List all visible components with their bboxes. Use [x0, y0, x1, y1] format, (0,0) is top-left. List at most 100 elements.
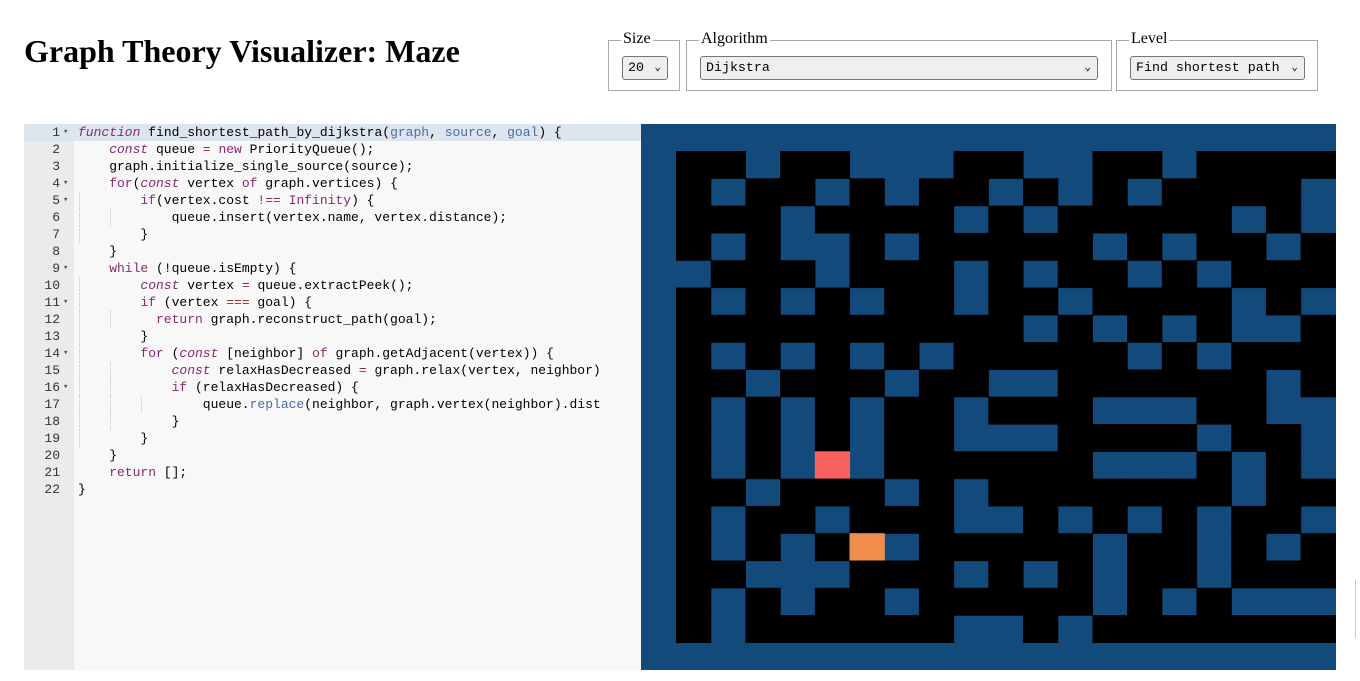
- maze-wall-cell[interactable]: [1265, 342, 1302, 370]
- maze-wall-cell[interactable]: [988, 287, 1024, 316]
- maze-wall-cell[interactable]: [1092, 260, 1128, 289]
- maze-wall-cell[interactable]: [745, 342, 781, 370]
- maze-wall-cell[interactable]: [1057, 533, 1093, 562]
- maze-wall-cell[interactable]: [953, 369, 989, 398]
- fold-arrow-icon[interactable]: ▾: [63, 192, 68, 209]
- maze-wall-cell[interactable]: [1196, 151, 1232, 179]
- maze-wall-cell[interactable]: [988, 478, 1024, 507]
- maze-wall-cell[interactable]: [1231, 151, 1267, 179]
- maze-wall-cell[interactable]: [1161, 533, 1198, 562]
- maze-wall-cell[interactable]: [1231, 260, 1267, 289]
- maze-wall-cell[interactable]: [918, 232, 955, 261]
- code-line[interactable]: 20}: [24, 447, 641, 464]
- maze-wall-cell[interactable]: [988, 260, 1024, 289]
- maze-wall-cell[interactable]: [918, 314, 955, 343]
- maze-wall-cell[interactable]: [884, 396, 920, 425]
- maze-wall-cell[interactable]: [1057, 369, 1093, 398]
- maze-wall-cell[interactable]: [918, 478, 955, 507]
- maze-wall-cell[interactable]: [1265, 505, 1302, 534]
- maze-wall-cell[interactable]: [884, 287, 920, 316]
- maze-wall-cell[interactable]: [1231, 424, 1267, 452]
- maze-wall-cell[interactable]: [780, 260, 816, 289]
- maze-wall-cell[interactable]: [1023, 451, 1059, 480]
- maze-wall-cell[interactable]: [1023, 615, 1059, 643]
- maze-wall-cell[interactable]: [988, 560, 1024, 589]
- maze-wall-cell[interactable]: [1092, 424, 1128, 452]
- maze-wall-cell[interactable]: [780, 615, 816, 643]
- maze-wall-cell[interactable]: [849, 587, 885, 616]
- maze-wall-cell[interactable]: [780, 369, 816, 398]
- maze-wall-cell[interactable]: [988, 314, 1024, 343]
- maze-wall-cell[interactable]: [745, 260, 781, 289]
- maze-wall-cell[interactable]: [1196, 478, 1232, 507]
- maze-wall-cell[interactable]: [1092, 151, 1128, 179]
- maze-wall-cell[interactable]: [1057, 314, 1093, 343]
- maze-wall-cell[interactable]: [814, 369, 851, 398]
- code-line[interactable]: 10 const vertex = queue.extractPeek();: [24, 277, 641, 294]
- maze-wall-cell[interactable]: [1196, 287, 1232, 316]
- maze-wall-cell[interactable]: [1300, 615, 1336, 643]
- maze-wall-cell[interactable]: [849, 369, 885, 398]
- maze-wall-cell[interactable]: [814, 478, 851, 507]
- maze-wall-cell[interactable]: [1023, 587, 1059, 616]
- maze-wall-cell[interactable]: [1092, 287, 1128, 316]
- maze-wall-cell[interactable]: [1057, 342, 1093, 370]
- maze-wall-cell[interactable]: [1127, 151, 1163, 179]
- maze-wall-cell[interactable]: [1057, 451, 1093, 480]
- maze-wall-cell[interactable]: [1057, 478, 1093, 507]
- maze-wall-cell[interactable]: [1300, 342, 1336, 370]
- maze-wall-cell[interactable]: [1023, 505, 1059, 534]
- maze-wall-cell[interactable]: [745, 232, 781, 261]
- maze-wall-cell[interactable]: [1127, 478, 1163, 507]
- maze-wall-cell[interactable]: [849, 314, 885, 343]
- code-line[interactable]: 15 const relaxHasDecreased = graph.relax(…: [24, 362, 641, 379]
- maze-wall-cell[interactable]: [1265, 560, 1302, 589]
- maze-wall-cell[interactable]: [814, 424, 851, 452]
- maze-wall-cell[interactable]: [676, 478, 712, 507]
- maze-wall-cell[interactable]: [1057, 424, 1093, 452]
- maze-wall-cell[interactable]: [884, 424, 920, 452]
- maze-wall-cell[interactable]: [1161, 424, 1198, 452]
- maze-wall-cell[interactable]: [814, 615, 851, 643]
- maze-wall-cell[interactable]: [849, 178, 885, 207]
- fold-arrow-icon[interactable]: ▾: [63, 175, 68, 192]
- maze-wall-cell[interactable]: [1092, 369, 1128, 398]
- maze-wall-cell[interactable]: [918, 205, 955, 234]
- maze-wall-cell[interactable]: [849, 232, 885, 261]
- maze-wall-cell[interactable]: [745, 314, 781, 343]
- maze-wall-cell[interactable]: [1161, 205, 1198, 234]
- code-line[interactable]: 21 return [];: [24, 464, 641, 481]
- page-scrollbar[interactable]: [1355, 580, 1356, 638]
- maze-wall-cell[interactable]: [1300, 533, 1336, 562]
- maze-wall-cell[interactable]: [676, 287, 712, 316]
- maze-wall-cell[interactable]: [1265, 287, 1302, 316]
- maze-wall-cell[interactable]: [1023, 478, 1059, 507]
- maze-wall-cell[interactable]: [1231, 396, 1267, 425]
- maze-wall-cell[interactable]: [1161, 178, 1198, 207]
- maze-wall-cell[interactable]: [1092, 478, 1128, 507]
- maze-wall-cell[interactable]: [1196, 615, 1232, 643]
- maze-wall-cell[interactable]: [710, 478, 746, 507]
- maze-wall-cell[interactable]: [884, 505, 920, 534]
- maze-wall-cell[interactable]: [1161, 369, 1198, 398]
- maze-wall-cell[interactable]: [918, 560, 955, 589]
- code-line[interactable]: 4 ▾ for(const vertex of graph.vertices) {: [24, 175, 641, 192]
- maze-wall-cell[interactable]: [849, 560, 885, 589]
- maze-wall-cell[interactable]: [676, 369, 712, 398]
- maze-wall-cell[interactable]: [710, 151, 746, 179]
- maze-wall-cell[interactable]: [918, 424, 955, 452]
- maze-wall-cell[interactable]: [1127, 287, 1163, 316]
- maze-wall-cell[interactable]: [814, 287, 851, 316]
- maze-wall-cell[interactable]: [1127, 424, 1163, 452]
- maze-wall-cell[interactable]: [814, 587, 851, 616]
- maze-wall-cell[interactable]: [1092, 205, 1128, 234]
- maze-wall-cell[interactable]: [953, 314, 989, 343]
- maze-wall-cell[interactable]: [676, 178, 712, 207]
- maze-wall-cell[interactable]: [745, 451, 781, 480]
- level-select[interactable]: Find shortest path ⌄: [1130, 56, 1305, 80]
- maze-wall-cell[interactable]: [1196, 451, 1232, 480]
- maze-wall-cell[interactable]: [988, 587, 1024, 616]
- maze-wall-cell[interactable]: [1231, 533, 1267, 562]
- maze-wall-cell[interactable]: [676, 587, 712, 616]
- maze-wall-cell[interactable]: [1231, 615, 1267, 643]
